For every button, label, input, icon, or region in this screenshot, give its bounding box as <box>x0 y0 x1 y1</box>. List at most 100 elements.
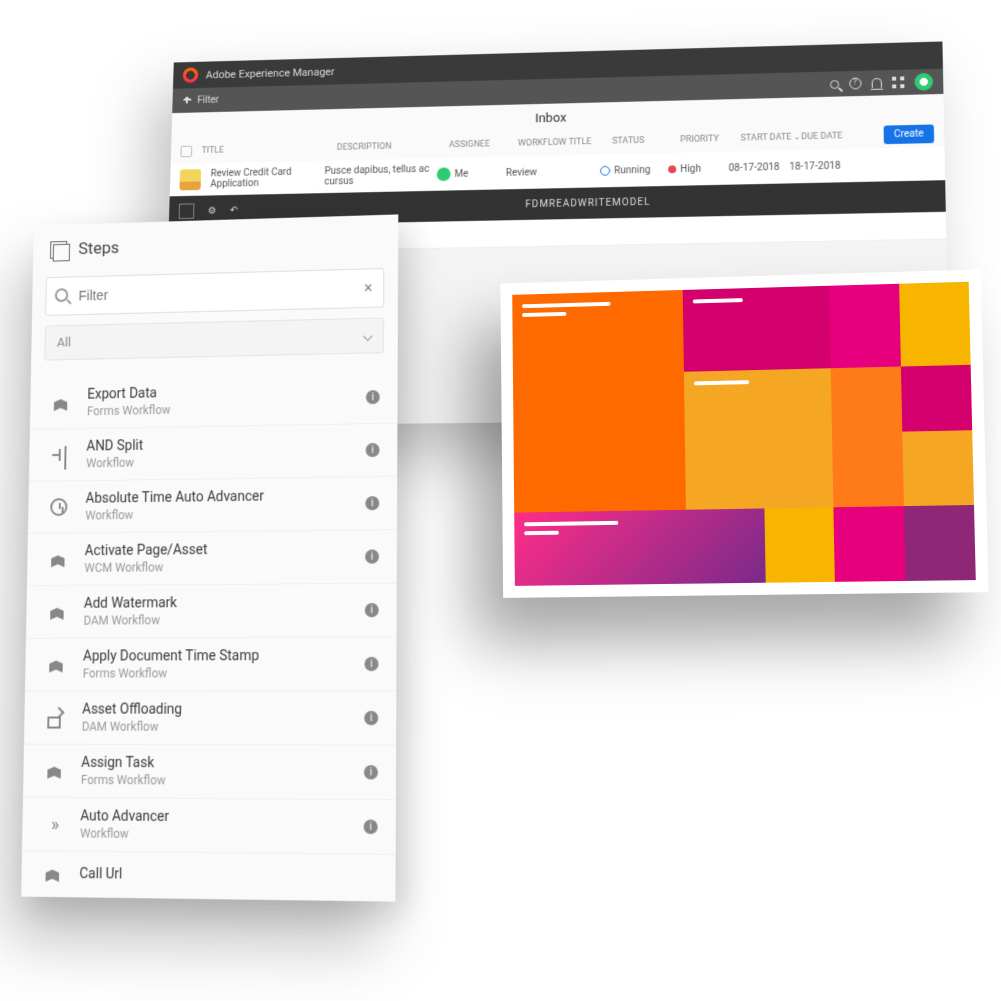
info-icon[interactable]: i <box>366 443 380 457</box>
info-icon[interactable]: i <box>365 603 379 617</box>
row-start-date: 08-17-2018 <box>729 161 790 173</box>
tile-label-placeholder <box>524 521 618 540</box>
step-title: Apply Document Time Stamp <box>83 648 349 665</box>
step-subtitle: DAM Workflow <box>83 612 348 627</box>
step-subtitle: Forms Workflow <box>83 666 349 680</box>
split-icon <box>48 443 71 467</box>
sort-icon: ⌄ <box>794 132 801 141</box>
col-status[interactable]: STATUS <box>612 135 680 146</box>
col-title[interactable]: TITLE <box>202 143 337 156</box>
col-priority[interactable]: PRIORITY <box>680 133 740 144</box>
clock-icon <box>47 495 70 519</box>
info-icon[interactable]: i <box>366 390 380 404</box>
filter-label[interactable]: Filter <box>197 95 219 106</box>
info-icon[interactable]: i <box>364 711 378 725</box>
step-subtitle: Workflow <box>86 452 350 470</box>
step-item[interactable]: AND SplitWorkflow i <box>29 424 398 482</box>
step-subtitle: WCM Workflow <box>84 559 349 575</box>
col-start-date[interactable]: START DATE⌄ <box>740 132 801 143</box>
tile <box>831 366 904 507</box>
step-title: Call Url <box>79 866 377 886</box>
toolbar-settings-icon[interactable]: ⚙ <box>208 205 217 216</box>
user-avatar-icon[interactable] <box>914 73 933 91</box>
assignee-avatar-icon <box>437 167 451 181</box>
step-item[interactable]: Export DataForms Workflowi <box>30 371 398 430</box>
select-all-checkbox[interactable] <box>180 145 192 157</box>
priority-dot-icon <box>668 165 676 173</box>
tile-label-placeholder <box>693 298 743 308</box>
search-icon[interactable] <box>830 80 839 89</box>
chevron-down-icon <box>363 331 373 341</box>
tile <box>684 368 833 510</box>
tile <box>904 505 976 581</box>
filter-search: × <box>45 268 384 316</box>
info-icon[interactable]: i <box>364 765 378 779</box>
step-title: AND Split <box>86 434 350 454</box>
col-assignee[interactable]: ASSIGNEE <box>449 139 518 150</box>
steps-panel-icon <box>50 241 67 259</box>
clear-icon[interactable]: × <box>364 278 372 297</box>
info-icon[interactable]: i <box>365 549 379 563</box>
app-title: Adobe Experience Manager <box>206 65 335 81</box>
info-icon[interactable]: i <box>365 496 379 510</box>
tile <box>902 430 974 506</box>
step-item[interactable]: Apply Document Time StampForms Workflow i <box>25 637 397 691</box>
step-item[interactable]: Absolute Time Auto AdvancerWorkflowi <box>28 477 397 534</box>
step-title: Add Watermark <box>84 594 349 612</box>
toolbar-model-label: FDMREADWRITEMODEL <box>251 191 935 215</box>
box3d-icon <box>41 861 65 886</box>
dblchev-icon: » <box>41 812 65 836</box>
help-icon[interactable] <box>849 78 861 90</box>
create-button[interactable]: Create <box>883 124 934 144</box>
notifications-icon[interactable] <box>872 78 882 88</box>
row-priority: High <box>668 163 728 175</box>
row-description: Pusce dapibus, tellus ac cursus <box>324 164 437 188</box>
step-subtitle: Workflow <box>80 826 348 843</box>
treemap-card <box>500 269 988 598</box>
col-due-date[interactable]: DUE DATE <box>801 131 857 142</box>
step-subtitle: DAM Workflow <box>82 720 349 735</box>
row-due-date: 18-17-2018 <box>789 160 845 172</box>
search-icon <box>55 288 68 302</box>
step-item[interactable]: Add WatermarkDAM Workflow i <box>26 584 397 639</box>
apps-grid-icon[interactable] <box>892 76 904 88</box>
step-item[interactable]: » Auto AdvancerWorkflow i <box>22 798 396 855</box>
funnel-icon <box>182 96 192 106</box>
step-item[interactable]: Asset OffloadingDAM Workflowi <box>24 691 396 745</box>
row-title: Review Credit Card Application <box>210 166 325 189</box>
box3d-icon <box>45 600 68 624</box>
row-status: Running <box>600 164 668 176</box>
tile <box>900 365 972 432</box>
tile <box>514 508 765 585</box>
steps-list: Export DataForms WorkflowiAND SplitWorkf… <box>21 371 398 901</box>
steps-title: Steps <box>78 238 119 259</box>
tile <box>764 507 835 582</box>
step-title: Activate Page/Asset <box>85 541 350 559</box>
tile-label-placeholder <box>522 302 611 322</box>
col-workflow-title[interactable]: WORKFLOW TITLE <box>518 136 612 148</box>
app-logo-icon <box>183 67 199 82</box>
toolbar-undo-icon[interactable]: ↶ <box>230 205 238 216</box>
step-subtitle: Forms Workflow <box>81 773 348 789</box>
box3d-icon <box>49 391 72 415</box>
info-icon[interactable]: i <box>364 657 378 671</box>
row-workflow-title: Review <box>506 166 600 179</box>
box3d-icon <box>44 653 67 677</box>
step-title: Auto Advancer <box>80 808 347 826</box>
step-title: Assign Task <box>81 755 348 772</box>
filter-input[interactable] <box>45 268 384 316</box>
step-subtitle: Workflow <box>85 505 349 522</box>
tile <box>829 284 900 368</box>
step-item[interactable]: Assign TaskForms Workflow i <box>23 744 396 800</box>
steps-panel: Steps × All Export DataForms WorkflowiAN… <box>21 214 398 901</box>
info-icon[interactable]: i <box>364 820 378 835</box>
tile <box>683 286 831 372</box>
offload-icon <box>43 706 66 730</box>
toolbar-panel-icon[interactable] <box>179 203 195 219</box>
step-subtitle: Forms Workflow <box>87 400 350 419</box>
step-item[interactable]: Call Url <box>21 851 396 900</box>
col-description[interactable]: DESCRIPTION <box>337 140 449 152</box>
step-item[interactable]: Activate Page/AssetWCM Workflow i <box>27 530 397 586</box>
category-dropdown[interactable]: All <box>44 317 384 360</box>
status-dot-icon <box>600 166 610 176</box>
